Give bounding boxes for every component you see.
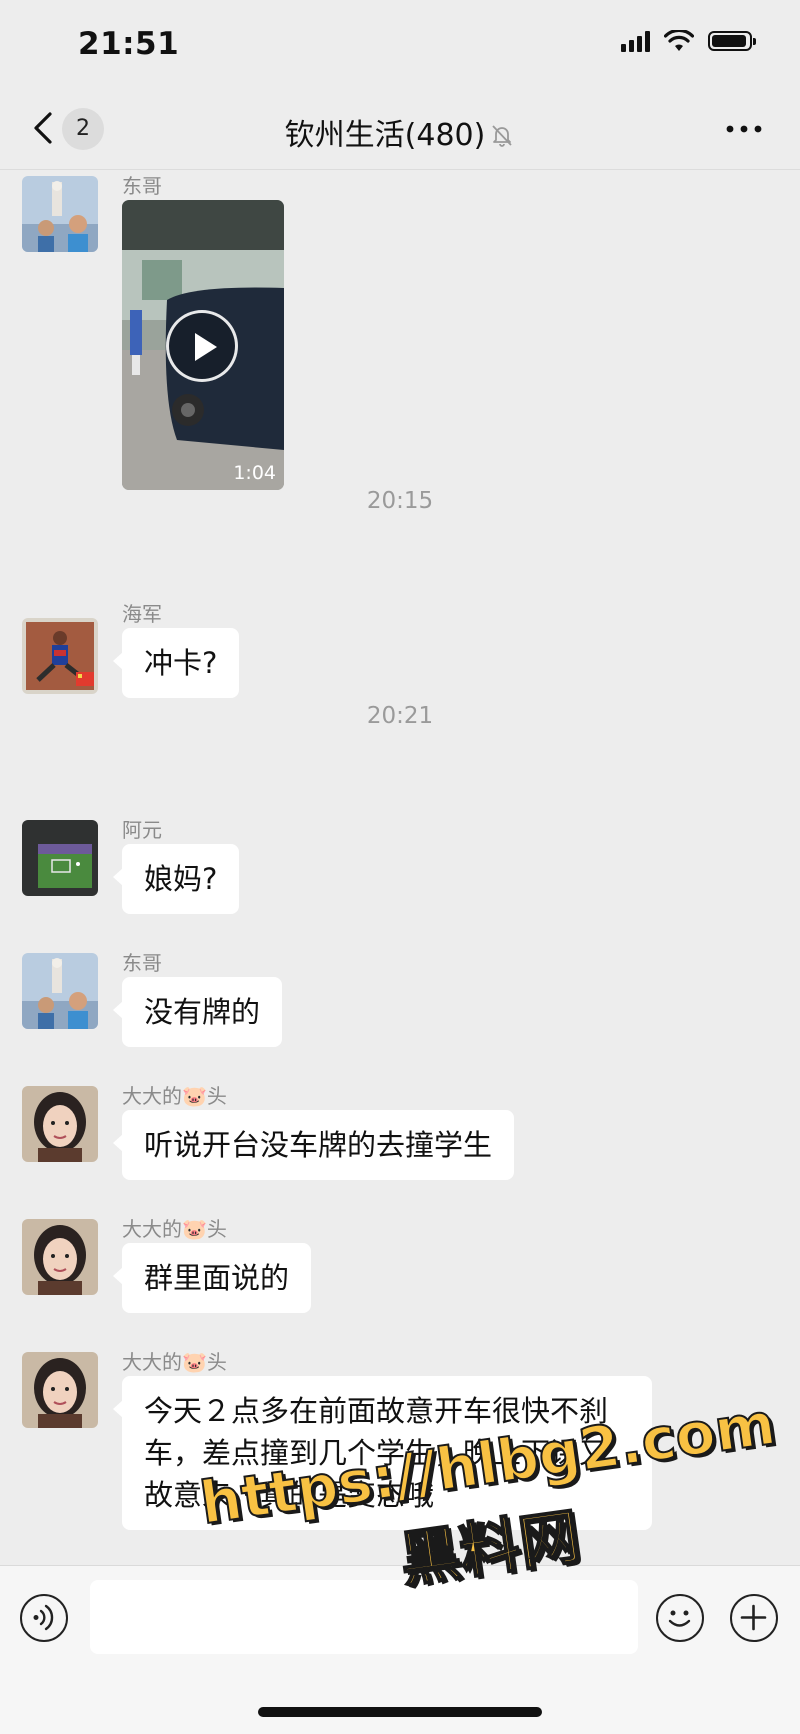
message-bubble[interactable]: 娘妈? xyxy=(112,844,240,914)
smiley-icon xyxy=(668,1610,691,1627)
sender-name: 阿元 xyxy=(122,818,162,842)
chat-header: 2 钦州生活(480) xyxy=(0,90,800,170)
sender-name: 大大的🐷头 xyxy=(122,1350,227,1374)
chat-title: 钦州生活(480) xyxy=(0,110,800,154)
message-bubble[interactable]: 听说开台没车牌的去撞学生 xyxy=(112,1110,515,1180)
avatar[interactable] xyxy=(22,953,98,1029)
plus-icon xyxy=(740,1604,767,1631)
message-bubble[interactable]: 没有牌的 xyxy=(112,977,283,1047)
sender-name: 大大的🐷头 xyxy=(122,1084,227,1108)
emoji-button[interactable] xyxy=(656,1594,704,1642)
chat-title-text: 钦州生活(480) xyxy=(284,118,486,153)
more-functions-button[interactable] xyxy=(730,1594,778,1642)
voice-icon xyxy=(33,1604,54,1631)
wifi-icon xyxy=(664,30,694,51)
muted-bell-icon xyxy=(492,125,512,147)
message-input[interactable] xyxy=(90,1580,638,1654)
video-duration: 1:04 xyxy=(233,462,276,484)
message-bubble[interactable]: 冲卡? xyxy=(112,628,240,698)
timestamp: 20:15 xyxy=(366,488,434,514)
play-icon[interactable] xyxy=(166,310,238,382)
video-thumbnail[interactable]: 1:04 xyxy=(122,200,284,490)
battery-icon xyxy=(708,31,756,51)
avatar[interactable] xyxy=(22,820,98,896)
message-bubble[interactable]: 今天２点多在前面故意开车很快不刹车，差点撞到几个学生，晚上下课又故意来，真的是变… xyxy=(113,1376,652,1530)
sender-name: 海军 xyxy=(122,602,162,626)
avatar[interactable] xyxy=(22,176,98,252)
avatar[interactable] xyxy=(22,1219,98,1295)
avatar[interactable] xyxy=(22,1086,98,1162)
status-bar: 21:51 xyxy=(0,0,800,90)
avatar[interactable] xyxy=(22,618,98,694)
sender-name: 东哥 xyxy=(122,174,162,198)
cellular-signal-icon xyxy=(621,30,650,52)
timestamp: 20:21 xyxy=(366,703,434,729)
sender-name: 大大的🐷头 xyxy=(122,1217,227,1241)
home-indicator xyxy=(258,1707,542,1717)
status-icons xyxy=(621,30,756,52)
status-time: 21:51 xyxy=(78,26,180,62)
voice-input-button[interactable] xyxy=(20,1594,68,1642)
message-bubble[interactable]: 群里面说的 xyxy=(112,1243,312,1313)
avatar[interactable] xyxy=(22,1352,98,1428)
message-list: 东哥 1:04 20:15 海军 冲卡? 20:21 阿元 娘妈? 东哥 没有牌… xyxy=(0,170,800,1565)
more-options-icon[interactable] xyxy=(722,114,766,144)
sender-name: 东哥 xyxy=(122,951,162,975)
